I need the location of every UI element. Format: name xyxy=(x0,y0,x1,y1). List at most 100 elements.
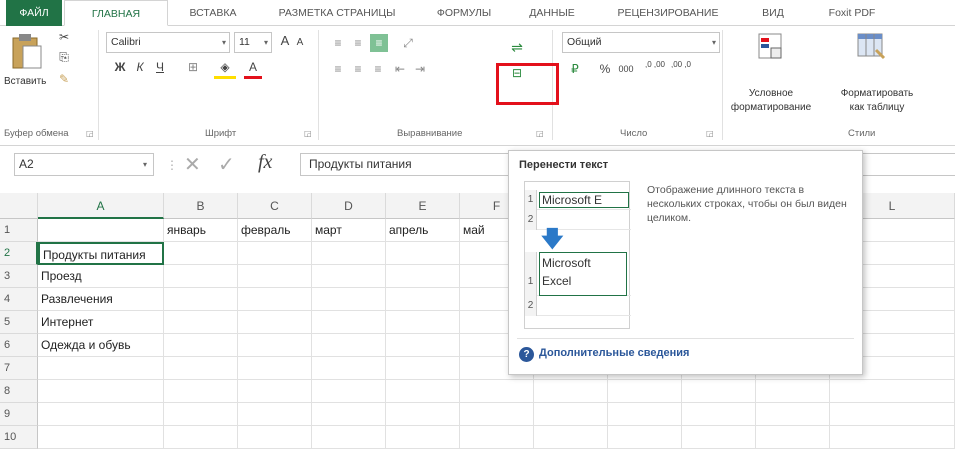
cell[interactable] xyxy=(608,403,682,426)
tab-insert[interactable]: ВСТАВКА xyxy=(178,0,248,26)
name-box[interactable]: A2 ▾ xyxy=(14,153,154,176)
cell[interactable] xyxy=(238,265,312,288)
cell[interactable] xyxy=(682,426,756,449)
cell[interactable] xyxy=(238,311,312,334)
font-shrink-icon[interactable]: A xyxy=(294,34,306,52)
tab-review[interactable]: РЕЦЕНЗИРОВАНИЕ xyxy=(603,0,733,26)
row-header[interactable]: 6 xyxy=(0,334,38,357)
column-header[interactable]: E xyxy=(386,193,460,219)
format-as-table-button[interactable]: Форматировать как таблицу xyxy=(822,28,932,118)
cell[interactable] xyxy=(386,426,460,449)
align-top-icon[interactable]: ≡ xyxy=(330,34,346,52)
copy-icon[interactable]: ⎘ xyxy=(54,48,74,66)
font-name-combo[interactable]: Calibri ▾ xyxy=(106,32,230,53)
cell[interactable] xyxy=(608,380,682,403)
cell[interactable]: март xyxy=(312,219,386,242)
align-left-icon[interactable]: ≡ xyxy=(330,60,346,78)
thousands-button[interactable]: 000 xyxy=(616,60,636,78)
borders-icon[interactable]: ⊞ xyxy=(182,58,204,76)
active-cell[interactable]: Продукты питания xyxy=(38,242,164,265)
cell[interactable] xyxy=(756,380,830,403)
column-header[interactable]: B xyxy=(164,193,238,219)
cell[interactable]: апрель xyxy=(386,219,460,242)
cell[interactable] xyxy=(460,426,534,449)
conditional-formatting-button[interactable]: Условное форматирование xyxy=(724,28,818,118)
cell[interactable] xyxy=(312,311,386,334)
cell[interactable] xyxy=(164,288,238,311)
more-info-link[interactable]: Дополнительные сведения xyxy=(539,347,689,359)
cell[interactable] xyxy=(386,242,460,265)
font-launcher-icon[interactable]: ◲ xyxy=(304,129,312,138)
cell[interactable] xyxy=(312,426,386,449)
row-header[interactable]: 5 xyxy=(0,311,38,334)
cell[interactable] xyxy=(534,380,608,403)
align-bottom-icon[interactable]: ≡ xyxy=(370,34,388,52)
cell[interactable] xyxy=(312,334,386,357)
cell[interactable] xyxy=(164,357,238,380)
column-header[interactable]: D xyxy=(312,193,386,219)
decrease-decimal-button[interactable]: ,00 ,0 xyxy=(670,60,692,69)
font-size-combo[interactable]: 11 ▾ xyxy=(234,32,272,53)
font-color-button[interactable]: A xyxy=(244,58,262,79)
insert-function-button[interactable]: fx xyxy=(258,151,272,174)
select-all-corner[interactable] xyxy=(0,193,38,219)
cell[interactable] xyxy=(164,242,238,265)
increase-indent-icon[interactable]: ⇥ xyxy=(412,60,428,78)
tab-data[interactable]: ДАННЫЕ xyxy=(517,0,587,26)
font-grow-icon[interactable]: A xyxy=(278,32,292,50)
cell[interactable] xyxy=(164,311,238,334)
number-launcher-icon[interactable]: ◲ xyxy=(706,129,714,138)
align-middle-icon[interactable]: ≡ xyxy=(350,34,366,52)
cell[interactable] xyxy=(164,380,238,403)
cell[interactable] xyxy=(682,403,756,426)
cell[interactable] xyxy=(238,380,312,403)
clipboard-launcher-icon[interactable]: ◲ xyxy=(86,129,94,138)
cell[interactable] xyxy=(534,403,608,426)
cell[interactable] xyxy=(38,219,164,242)
cell[interactable] xyxy=(460,380,534,403)
row-header[interactable]: 3 xyxy=(0,265,38,288)
cell[interactable] xyxy=(386,311,460,334)
cell[interactable] xyxy=(830,380,955,403)
cell[interactable] xyxy=(238,357,312,380)
number-format-combo[interactable]: Общий ▾ xyxy=(562,32,720,53)
increase-decimal-button[interactable]: ,0 ,00 xyxy=(644,60,666,69)
cell[interactable] xyxy=(682,380,756,403)
fill-color-icon[interactable]: ◈ xyxy=(214,58,236,79)
row-header[interactable]: 8 xyxy=(0,380,38,403)
cell[interactable] xyxy=(164,334,238,357)
cell[interactable] xyxy=(608,426,682,449)
cancel-icon[interactable]: ✕ xyxy=(184,152,201,177)
paste-button[interactable]: Вставить xyxy=(4,30,48,100)
cell[interactable] xyxy=(756,426,830,449)
orientation-icon[interactable]: ⤢ xyxy=(396,34,420,52)
cell[interactable] xyxy=(386,334,460,357)
alignment-launcher-icon[interactable]: ◲ xyxy=(536,129,544,138)
cell[interactable] xyxy=(460,403,534,426)
row-header[interactable]: 10 xyxy=(0,426,38,449)
cell[interactable] xyxy=(164,403,238,426)
cell[interactable] xyxy=(238,426,312,449)
percent-button[interactable]: % xyxy=(598,60,612,78)
cell[interactable] xyxy=(238,334,312,357)
cell[interactable] xyxy=(312,265,386,288)
format-painter-icon[interactable]: ✎ xyxy=(54,70,74,88)
cell[interactable] xyxy=(238,288,312,311)
underline-button[interactable]: Ч xyxy=(152,58,168,76)
tab-home[interactable]: ГЛАВНАЯ xyxy=(64,0,168,26)
cell[interactable] xyxy=(386,357,460,380)
cell[interactable]: январь xyxy=(164,219,238,242)
cell[interactable]: Интернет xyxy=(38,311,164,334)
cell[interactable] xyxy=(312,288,386,311)
align-center-icon[interactable]: ≡ xyxy=(350,60,366,78)
decrease-indent-icon[interactable]: ⇤ xyxy=(392,60,408,78)
cell[interactable] xyxy=(312,380,386,403)
wrap-text-icon[interactable]: ⇌ xyxy=(506,38,528,56)
row-header[interactable]: 2 xyxy=(0,242,38,265)
cell[interactable] xyxy=(164,426,238,449)
bold-button[interactable]: Ж xyxy=(112,58,128,76)
cell[interactable] xyxy=(38,380,164,403)
cut-icon[interactable]: ✂ xyxy=(54,28,74,46)
cell[interactable] xyxy=(386,265,460,288)
cell[interactable] xyxy=(38,357,164,380)
